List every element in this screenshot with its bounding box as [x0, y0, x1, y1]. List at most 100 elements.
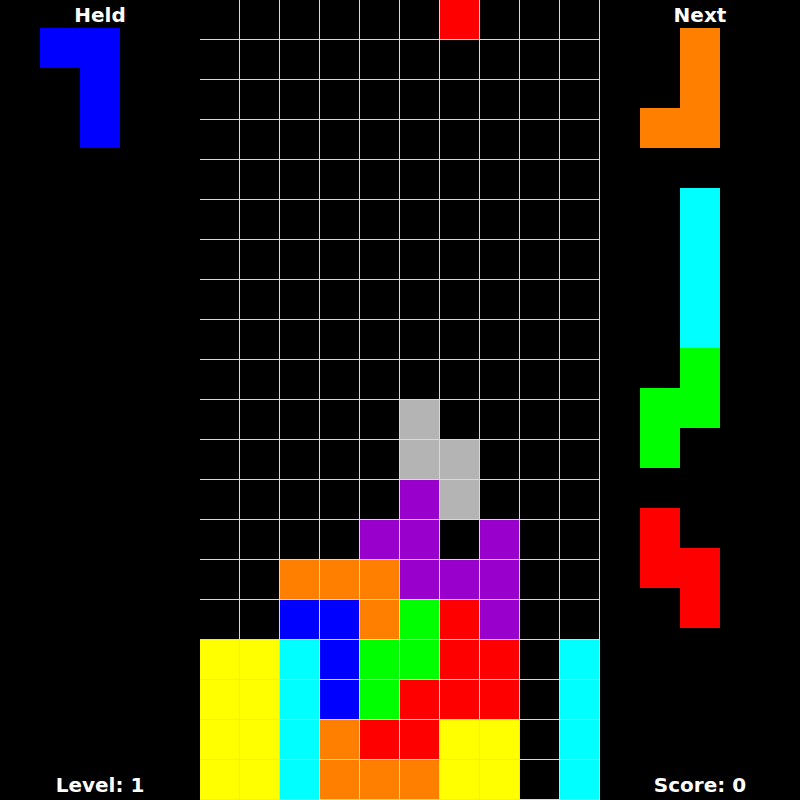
board-cell — [240, 520, 280, 560]
board-row — [200, 760, 600, 800]
board-cell — [360, 120, 400, 160]
board-cell — [320, 760, 360, 800]
board-cell — [400, 480, 440, 520]
board-cell — [400, 0, 440, 40]
board-cell — [440, 560, 480, 600]
board-cell — [200, 160, 240, 200]
board-cell — [360, 640, 400, 680]
board-cell — [520, 600, 560, 640]
board-cell — [280, 0, 320, 40]
board-cell — [240, 160, 280, 200]
next-piece — [640, 188, 800, 348]
board-cell — [280, 600, 320, 640]
board-cell — [520, 280, 560, 320]
board-row — [200, 280, 600, 320]
board-cell — [400, 280, 440, 320]
board-row — [200, 40, 600, 80]
board-cell — [280, 320, 320, 360]
board-cell — [240, 240, 280, 280]
board-cell — [480, 680, 520, 720]
board-cell — [200, 520, 240, 560]
board-cell — [560, 160, 600, 200]
board-cell — [400, 640, 440, 680]
board-cell — [320, 560, 360, 600]
board-cell — [320, 0, 360, 40]
board-cell — [440, 120, 480, 160]
board-cell — [440, 360, 480, 400]
board-cell — [440, 600, 480, 640]
next-title: Next — [600, 0, 800, 28]
board-cell — [520, 80, 560, 120]
board-cell — [400, 400, 440, 440]
board-cell — [200, 640, 240, 680]
board-cell — [280, 280, 320, 320]
level-label: Level: 1 — [0, 772, 200, 800]
held-title: Held — [0, 0, 200, 28]
board-cell — [560, 440, 600, 480]
left-panel: Held Level: 1 — [0, 0, 200, 800]
board-cell — [240, 680, 280, 720]
board-cell — [440, 640, 480, 680]
board-cell — [320, 680, 360, 720]
board-cell — [440, 200, 480, 240]
board-cell — [440, 680, 480, 720]
next-slot — [640, 28, 800, 188]
board-cell — [480, 320, 520, 360]
board-cell — [280, 200, 320, 240]
board-cell — [320, 80, 360, 120]
board-cell — [360, 360, 400, 400]
board-cell — [320, 280, 360, 320]
board-cell — [280, 480, 320, 520]
board-cell — [560, 40, 600, 80]
board-row — [200, 160, 600, 200]
board-cell — [240, 200, 280, 240]
board-cell — [240, 480, 280, 520]
board-cell — [560, 120, 600, 160]
board-cell — [320, 40, 360, 80]
board-row — [200, 480, 600, 520]
board-cell — [560, 600, 600, 640]
board-cell — [360, 760, 400, 800]
board-cell — [360, 80, 400, 120]
board-cell — [200, 720, 240, 760]
board-cell — [280, 640, 320, 680]
board-cell — [520, 720, 560, 760]
next-piece — [640, 28, 800, 148]
board-cell — [320, 600, 360, 640]
board-cell — [280, 400, 320, 440]
board-cell — [440, 720, 480, 760]
board-cell — [240, 640, 280, 680]
board-cell — [520, 40, 560, 80]
board-cell — [320, 200, 360, 240]
board-cell — [280, 440, 320, 480]
board-cell — [480, 240, 520, 280]
board-cell — [360, 240, 400, 280]
board-cell — [200, 40, 240, 80]
board-cell — [320, 520, 360, 560]
board-cell — [480, 80, 520, 120]
board-cell — [440, 80, 480, 120]
board-row — [200, 120, 600, 160]
board-cell — [240, 0, 280, 40]
board-cell — [520, 480, 560, 520]
board-cell — [240, 360, 280, 400]
board-cell — [560, 520, 600, 560]
next-slot — [640, 508, 800, 668]
board-cell — [440, 520, 480, 560]
board-cell — [320, 360, 360, 400]
board-cell — [320, 320, 360, 360]
board-cell — [240, 320, 280, 360]
board-cell — [280, 40, 320, 80]
board-row — [200, 200, 600, 240]
board-cell — [400, 680, 440, 720]
board-cell — [440, 320, 480, 360]
board-cell — [560, 80, 600, 120]
board-cell — [440, 440, 480, 480]
board-cell — [520, 440, 560, 480]
board-row — [200, 400, 600, 440]
board-row — [200, 600, 600, 640]
board-cell — [360, 400, 400, 440]
board-cell — [240, 40, 280, 80]
next-piece — [640, 508, 800, 628]
board-cell — [440, 240, 480, 280]
